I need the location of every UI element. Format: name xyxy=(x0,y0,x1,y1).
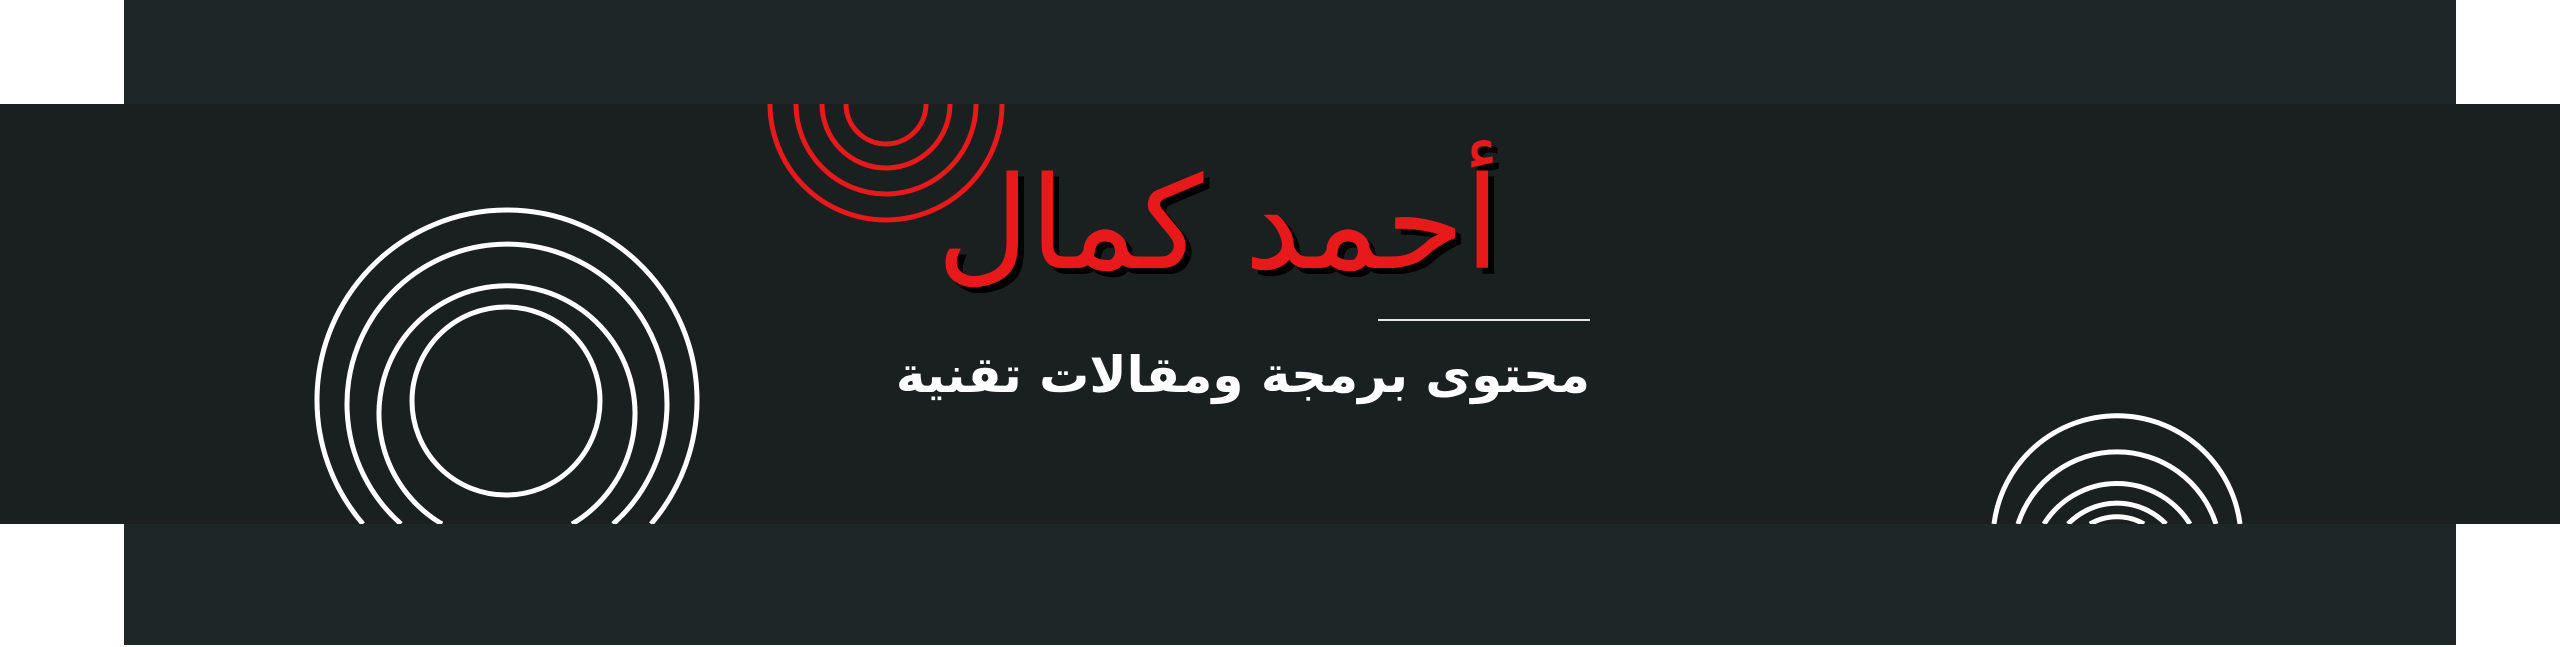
page-subtitle: محتوى برمجة ومقالات تقنية xyxy=(895,346,1590,404)
white-concentric-circles xyxy=(314,207,700,524)
title-underline xyxy=(1378,319,1590,321)
page-title: أحمد كمال xyxy=(936,150,1501,299)
title-block: أحمد كمال xyxy=(880,150,1520,320)
white-concentric-arcs xyxy=(1991,413,2243,524)
